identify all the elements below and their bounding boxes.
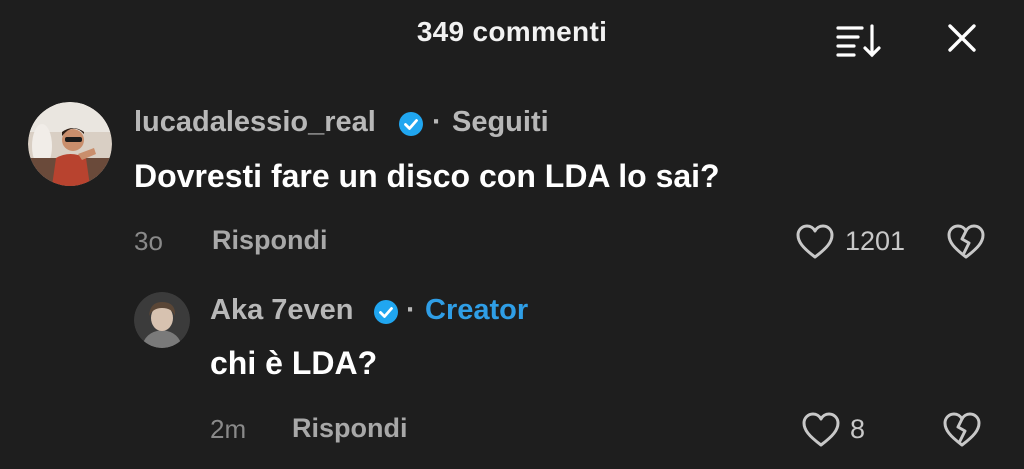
comment-timestamp: 3o [134,226,163,256]
avatar[interactable] [28,102,112,186]
heart-icon[interactable] [795,223,835,261]
dislike-broken-heart-icon[interactable] [942,411,982,449]
like-count: 8 [850,414,866,444]
creator-tag: Creator [425,294,529,326]
separator-dot: · [432,106,442,138]
comments-sheet: 349 commenti lucadalessio_real · Seguiti… [0,0,1024,469]
reply-username[interactable]: Aka 7even [210,294,354,327]
like-count: 1201 [845,226,906,256]
reply-button[interactable]: Rispondi [292,413,408,444]
close-icon[interactable] [942,18,982,58]
dislike-broken-heart-icon[interactable] [946,223,986,261]
comment-text: Dovresti fare un disco con LDA lo sai? [134,158,720,194]
verified-badge-icon [374,300,398,324]
comment-username[interactable]: lucadalessio_real [134,106,376,139]
reply-button[interactable]: Rispondi [212,225,328,256]
sort-descending-icon[interactable] [834,20,882,60]
avatar[interactable] [134,292,190,348]
verified-badge-icon [399,112,423,136]
reply-timestamp: 2m [210,414,247,444]
reply-text: chi è LDA? [210,345,378,381]
heart-icon[interactable] [801,411,841,449]
following-tag: Seguiti [452,106,549,138]
separator-dot: · [406,294,416,326]
